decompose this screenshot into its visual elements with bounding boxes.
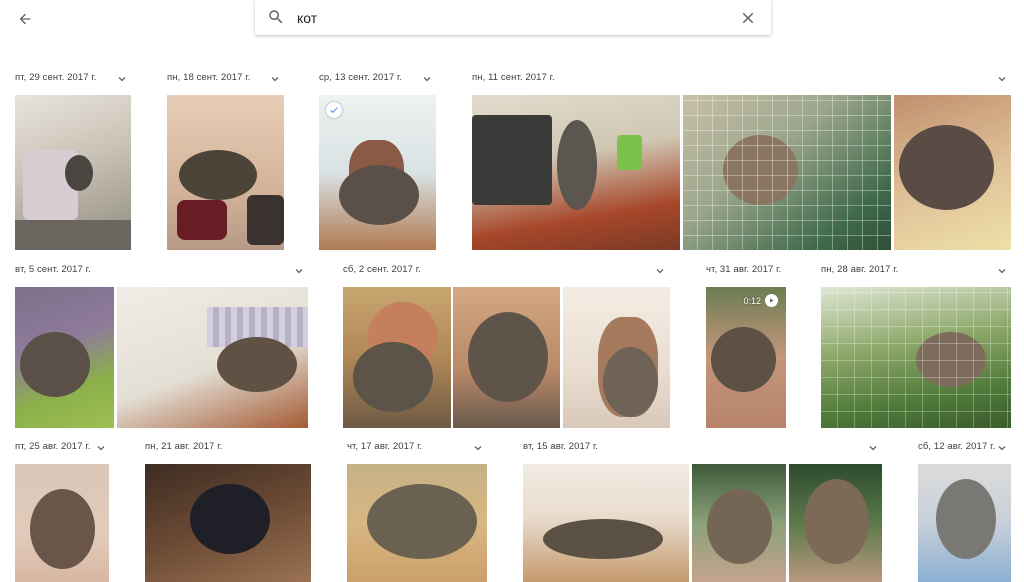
search-icon [269,10,283,24]
date-header[interactable]: пн, 28 авг. 2017 г. [821,264,898,275]
photo-thumbnail[interactable] [15,464,109,582]
close-icon[interactable] [739,9,757,27]
video-badge: 0:12 [743,294,778,307]
photo-thumbnail[interactable] [15,95,131,250]
photo-thumbnail[interactable] [692,464,786,582]
chevron-down-icon[interactable] [270,74,280,84]
date-header[interactable]: сб, 2 сент. 2017 г. [343,264,421,275]
photo-thumbnail[interactable] [563,287,670,428]
video-duration: 0:12 [743,295,761,306]
arrow-back-icon [19,13,31,25]
search-input[interactable] [297,7,717,29]
video-thumbnail[interactable]: 0:12 [706,287,786,428]
photo-thumbnail[interactable] [145,464,311,582]
photo-thumbnail[interactable] [821,287,1011,428]
date-header[interactable]: пн, 11 сент. 2017 г. [472,72,555,83]
date-header[interactable]: чт, 17 авг. 2017 г. [347,441,422,452]
chevron-down-icon[interactable] [422,74,432,84]
search-bar [255,0,771,35]
date-header[interactable]: вт, 15 авг. 2017 г. [523,441,598,452]
photo-thumbnail[interactable] [894,95,1011,250]
chevron-down-icon[interactable] [868,443,878,453]
photo-thumbnail[interactable] [789,464,882,582]
photo-thumbnail[interactable] [683,95,891,250]
photo-thumbnail[interactable] [343,287,451,428]
date-header[interactable]: вт, 5 сент. 2017 г. [15,264,91,275]
chevron-down-icon[interactable] [655,266,665,276]
date-header[interactable]: пт, 25 авг. 2017 г. [15,441,90,452]
date-header[interactable]: сб, 12 авг. 2017 г. [918,441,995,452]
photo-thumbnail[interactable] [918,464,1011,582]
photos-search-results: пт, 29 сент. 2017 г. пн, 18 сент. 2017 г… [0,0,1024,582]
date-header[interactable]: пт, 29 сент. 2017 г. [15,72,97,83]
photo-thumbnail[interactable] [472,95,680,250]
photo-thumbnail[interactable] [15,287,114,428]
photo-thumbnail[interactable] [347,464,487,582]
photo-thumbnail[interactable] [117,287,308,428]
chevron-down-icon[interactable] [997,266,1007,276]
chevron-down-icon[interactable] [997,74,1007,84]
chevron-down-icon[interactable] [117,74,127,84]
photo-thumbnail[interactable] [167,95,284,250]
back-button[interactable] [12,6,38,32]
chevron-down-icon[interactable] [473,443,483,453]
chevron-down-icon[interactable] [997,443,1007,453]
chevron-down-icon[interactable] [96,443,106,453]
chevron-down-icon[interactable] [294,266,304,276]
photo-thumbnail-selected[interactable] [319,95,436,250]
date-header[interactable]: пн, 18 сент. 2017 г. [167,72,250,83]
date-header[interactable]: чт, 31 авг. 2017 г. [706,264,781,275]
photo-thumbnail[interactable] [523,464,689,582]
date-header[interactable]: пн, 21 авг. 2017 г. [145,441,222,452]
check-circle-icon[interactable] [326,102,342,118]
play-icon [765,294,778,307]
date-header[interactable]: ср, 13 сент. 2017 г. [319,72,402,83]
photo-thumbnail[interactable] [453,287,560,428]
